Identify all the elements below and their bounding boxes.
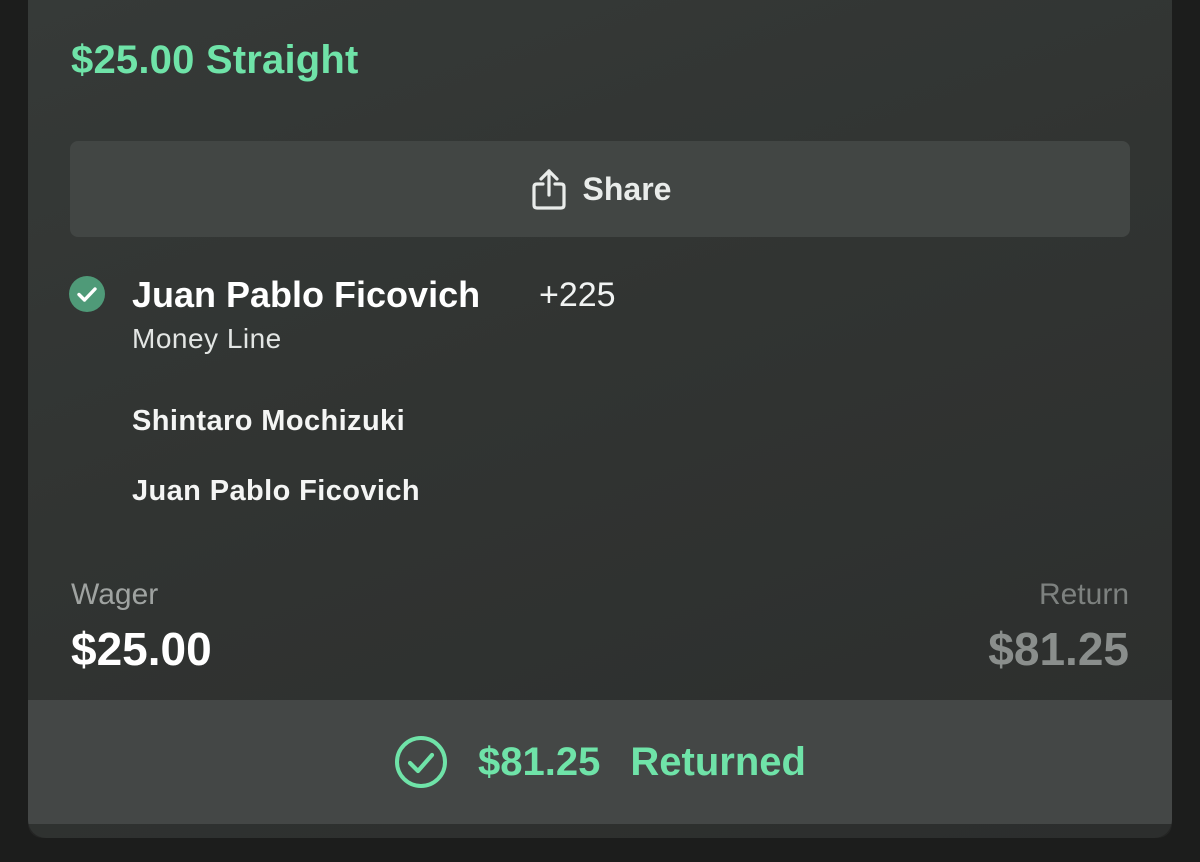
returned-status-label: Returned — [630, 739, 806, 784]
participant-name: Shintaro Mochizuki — [132, 405, 406, 437]
check-circle-outline-icon — [394, 735, 448, 789]
participant-name: Juan Pablo Ficovich — [132, 475, 420, 507]
bet-title: $25.00 Straight — [71, 38, 359, 82]
share-icon — [529, 167, 569, 211]
returned-amount: $81.25 — [478, 739, 601, 784]
wager-label: Wager — [71, 578, 159, 611]
wager-amount: $25.00 — [71, 623, 212, 675]
share-label: Share — [582, 170, 672, 207]
check-circle-icon — [69, 276, 105, 312]
return-amount: $81.25 — [988, 623, 1129, 675]
selection-name: Juan Pablo Ficovich — [132, 274, 481, 315]
market-type: Money Line — [132, 323, 282, 354]
selection-odds: +225 — [539, 276, 616, 314]
share-button[interactable]: Share — [70, 141, 1130, 237]
bet-card: $25.00 Straight Share Juan Pablo Ficovic… — [28, 0, 1172, 838]
return-label: Return — [1038, 578, 1129, 611]
returned-status-bar: $81.25 Returned — [28, 700, 1172, 824]
